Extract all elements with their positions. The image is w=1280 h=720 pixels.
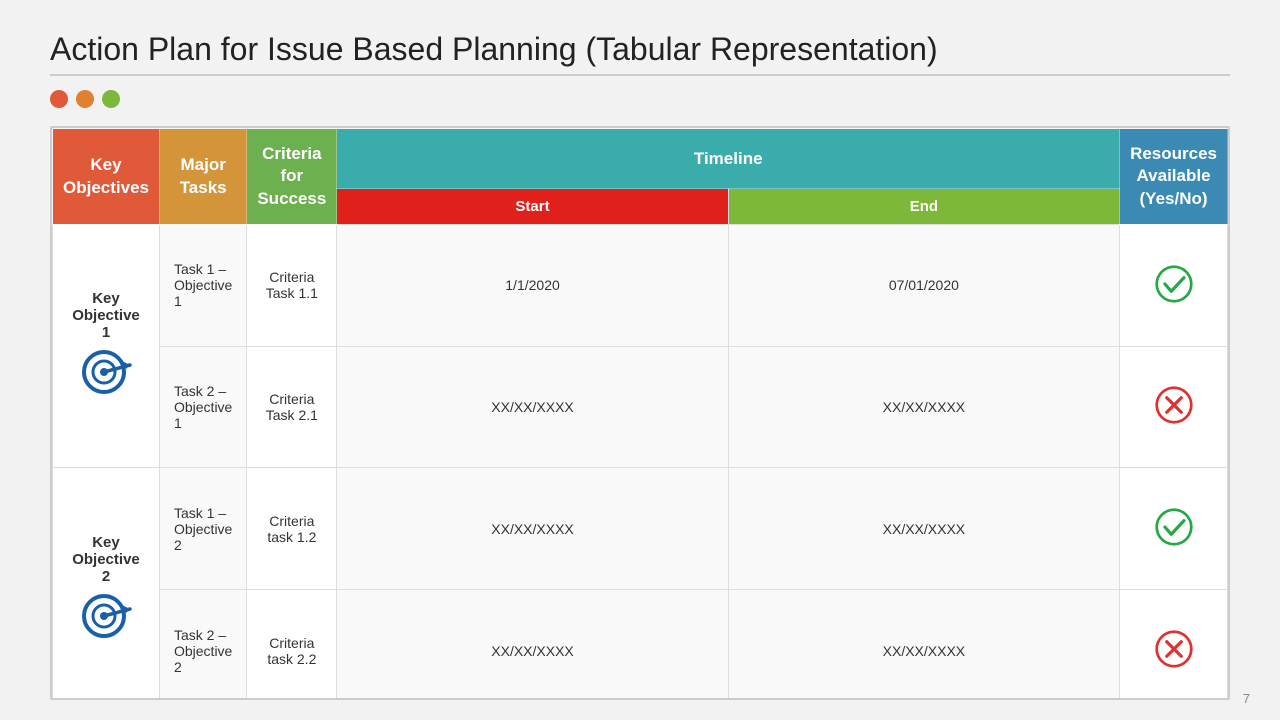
dot-group [50, 90, 1230, 108]
start-date-cell: XX/XX/XXXX [337, 590, 728, 700]
criteria-cell: Criteria task 1.2 [247, 468, 337, 590]
end-date-cell: 07/01/2020 [728, 224, 1119, 346]
task-cell: Task 2 – Objective 1 [159, 346, 246, 468]
dot-orange [76, 90, 94, 108]
start-date-cell: 1/1/2020 [337, 224, 728, 346]
end-date-cell: XX/XX/XXXX [728, 346, 1119, 468]
resource-cell [1120, 468, 1228, 590]
end-date-cell: XX/XX/XXXX [728, 590, 1119, 700]
criteria-cell: Criteria task 2.2 [247, 590, 337, 700]
objective-label: Key Objective 1 [67, 290, 145, 341]
th-tasks: Major Tasks [159, 129, 246, 224]
table-row: Key Objective 2 Task 1 – Objective 2Crit… [53, 468, 1228, 590]
th-end: End [728, 189, 1119, 224]
criteria-cell: Criteria Task 1.1 [247, 224, 337, 346]
th-resources: Resources Available (Yes/No) [1120, 129, 1228, 224]
table-row: Key Objective 1 Task 1 – Objective 1Crit… [53, 224, 1228, 346]
resource-cell [1120, 590, 1228, 700]
resource-cell [1120, 346, 1228, 468]
th-start: Start [337, 189, 728, 224]
dot-green [102, 90, 120, 108]
th-timeline: Timeline [337, 129, 1120, 189]
page-title: Action Plan for Issue Based Planning (Ta… [50, 30, 1230, 68]
task-cell: Task 2 – Objective 2 [159, 590, 246, 700]
criteria-cell: Criteria Task 2.1 [247, 346, 337, 468]
th-criteria: Criteria for Success [247, 129, 337, 224]
table-row: Task 2 – Objective 1Criteria Task 2.1XX/… [53, 346, 1228, 468]
resource-cell [1120, 224, 1228, 346]
task-cell: Task 1 – Objective 2 [159, 468, 246, 590]
objective-cell-1: Key Objective 1 [53, 224, 160, 468]
table-row: Task 2 – Objective 2Criteria task 2.2XX/… [53, 590, 1228, 700]
header-row: Key Objectives Major Tasks Criteria for … [53, 129, 1228, 189]
table-wrapper: Key Objectives Major Tasks Criteria for … [50, 126, 1230, 700]
page-number: 7 [1243, 691, 1250, 706]
main-table: Key Objectives Major Tasks Criteria for … [52, 128, 1228, 700]
start-date-cell: XX/XX/XXXX [337, 468, 728, 590]
start-date-cell: XX/XX/XXXX [337, 346, 728, 468]
dot-red [50, 90, 68, 108]
objective-label: Key Objective 2 [67, 534, 145, 585]
th-objectives: Key Objectives [53, 129, 160, 224]
task-cell: Task 1 – Objective 1 [159, 224, 246, 346]
page: Action Plan for Issue Based Planning (Ta… [0, 0, 1280, 720]
objective-cell-2: Key Objective 2 [53, 468, 160, 700]
divider [50, 74, 1230, 76]
table-body: Key Objective 1 Task 1 – Objective 1Crit… [53, 224, 1228, 700]
end-date-cell: XX/XX/XXXX [728, 468, 1119, 590]
